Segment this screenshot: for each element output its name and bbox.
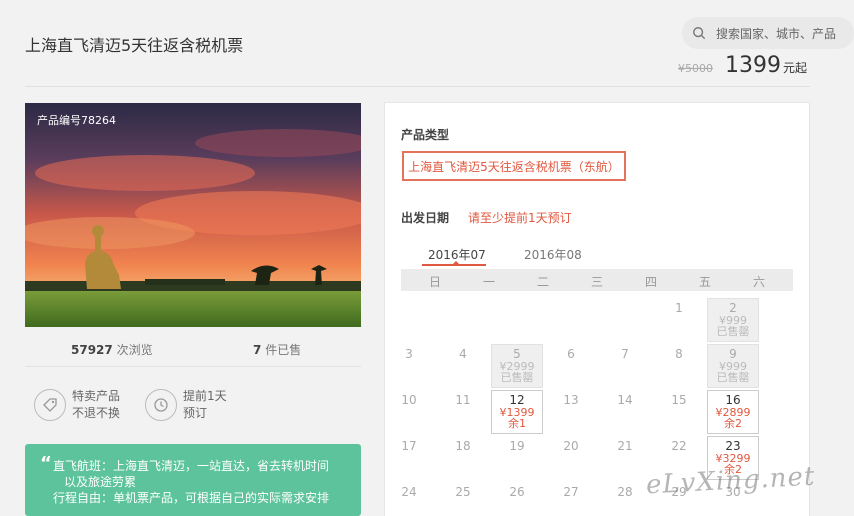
day-status: 余1 [508, 417, 526, 430]
calendar-day: 27 [563, 485, 579, 499]
calendar-day: 18 [455, 439, 471, 453]
product-type-label: 产品类型 [401, 128, 450, 142]
original-price: ¥5000 [678, 62, 713, 75]
calendar-day: 6 [567, 347, 575, 361]
search-icon [693, 27, 706, 40]
weekday-label: 五 [698, 275, 711, 289]
calendar-day: 10 [401, 393, 417, 407]
day-number: 12 [509, 393, 525, 407]
header-divider [25, 86, 810, 87]
highlight-line: 以及旅途劳累 [64, 475, 137, 489]
calendar-day-soldout: 5 ¥2999 已售罄 [491, 344, 543, 388]
calendar-day: 3 [405, 347, 413, 361]
weekday-label: 二 [536, 275, 549, 289]
product-stats: 57927 次浏览 7 件已售 [25, 338, 361, 358]
weekday-label: 一 [482, 275, 495, 289]
sold-count: 7 件已售 [253, 343, 302, 357]
day-number: 16 [725, 393, 741, 407]
price-unit: 元起 [783, 61, 808, 75]
calendar-day: 19 [509, 439, 525, 453]
calendar-day-available[interactable]: 12 ¥1399 余1 [491, 390, 543, 434]
search-placeholder: 搜索国家、城市、产品 [716, 26, 837, 41]
feature-special-sale: 特卖产品 不退不换 [34, 388, 120, 422]
tab-month-august[interactable]: 2016年08 [524, 246, 582, 263]
day-status: 已售罄 [716, 371, 750, 384]
product-photo: 产品编号78264 [25, 103, 361, 327]
current-price: 1399 [725, 53, 781, 78]
day-number: 9 [729, 347, 737, 361]
departure-date-label: 出发日期 [401, 211, 450, 225]
weekday-label: 日 [428, 275, 441, 289]
calendar-day: 20 [563, 439, 579, 453]
calendar-day: 25 [455, 485, 471, 499]
calendar-day: 26 [509, 485, 525, 499]
calendar-day: 11 [455, 393, 471, 407]
calendar-day: 8 [675, 347, 683, 361]
calendar-day: 14 [617, 393, 633, 407]
calendar-day: 28 [617, 485, 633, 499]
calendar-day: 13 [563, 393, 579, 407]
day-number: 23 [725, 439, 741, 453]
day-status: 已售罄 [500, 371, 534, 384]
calendar-day: 21 [617, 439, 633, 453]
highlight-line: 直飞航班：上海直飞清迈，一站直达，省去转机时间 [53, 459, 330, 473]
booking-panel: 产品类型 上海直飞清迈5天往返含税机票（东航） 出发日期 请至少提前1天预订 2… [384, 102, 810, 516]
active-month-indicator [452, 261, 460, 265]
page-title: 上海直飞清迈5天往返含税机票 [25, 36, 244, 55]
advance-booking-note: 请至少提前1天预订 [468, 211, 572, 225]
product-highlights: “ 直飞航班：上海直飞清迈，一站直达，省去转机时间 以及旅途劳累 行程自由：单机… [25, 444, 361, 516]
day-status: 余2 [724, 417, 742, 430]
tag-icon [34, 389, 66, 421]
calendar-day-soldout: 9 ¥999 已售罄 [707, 344, 759, 388]
weekday-label: 六 [752, 275, 765, 289]
calendar-day: 1 [675, 301, 683, 315]
clock-icon [145, 389, 177, 421]
close-quote-icon: ” [360, 491, 361, 509]
day-status: 已售罄 [716, 325, 750, 338]
calendar-day: 22 [671, 439, 687, 453]
open-quote-icon: “ [40, 453, 52, 474]
view-count: 57927 次浏览 [71, 343, 153, 357]
stats-divider [25, 366, 361, 367]
calendar-day-soldout: 2 ¥999 已售罄 [707, 298, 759, 342]
calendar-day: 24 [401, 485, 417, 499]
calendar-day: 15 [671, 393, 687, 407]
day-number: 2 [729, 301, 737, 315]
day-number: 5 [513, 347, 521, 361]
calendar-day: 17 [401, 439, 417, 453]
calendar-day-available[interactable]: 16 ¥2899 余2 [707, 390, 759, 434]
highlight-line: 行程自由：单机票产品，可根据自己的实际需求安排 [53, 491, 330, 505]
calendar-day: 7 [621, 347, 629, 361]
page: 搜索国家、城市、产品 上海直飞清迈5天往返含税机票 ¥5000 1399 元起 [0, 0, 854, 516]
search-box[interactable]: 搜索国家、城市、产品 [682, 17, 854, 49]
product-type-option[interactable]: 上海直飞清迈5天往返含税机票（东航） [402, 151, 626, 181]
weekday-header: 日 一 二 三 四 五 六 [401, 269, 793, 291]
weekday-label: 四 [644, 275, 657, 289]
price-block: ¥5000 1399 元起 [678, 53, 807, 78]
product-code: 产品编号78264 [37, 114, 116, 127]
calendar-day: 4 [459, 347, 467, 361]
feature-advance-booking: 提前1天 预订 [145, 388, 227, 422]
weekday-label: 三 [590, 275, 603, 289]
